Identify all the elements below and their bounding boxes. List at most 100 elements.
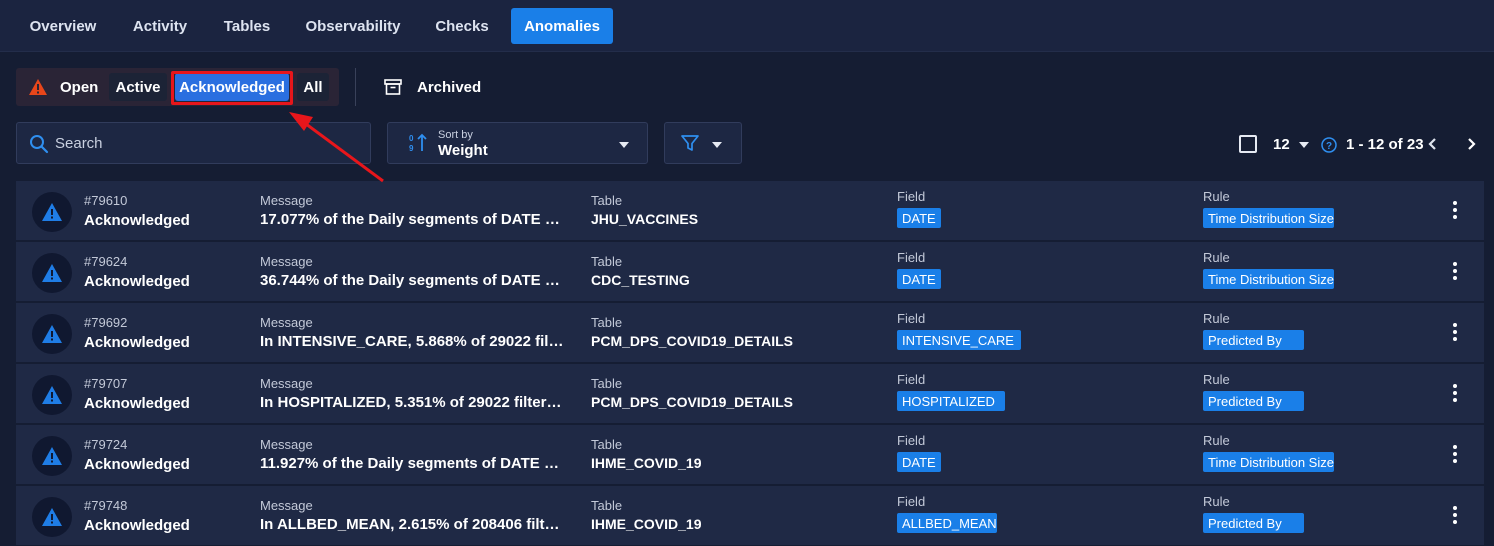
anomaly-id: #79610 [84, 193, 128, 208]
more-options-icon[interactable] [1452, 384, 1458, 404]
field-tag: DATE [897, 269, 941, 289]
pagination-range: 1 - 12 of 23 [1346, 136, 1424, 153]
select-all-checkbox[interactable] [1239, 135, 1257, 153]
archived-button[interactable]: Archived [417, 68, 481, 106]
anomaly-message: In INTENSIVE_CARE, 5.868% of 29022 filte… [260, 333, 566, 350]
field-header: Field [897, 311, 926, 326]
anomaly-message: In ALLBED_MEAN, 2.615% of 208406 filtere… [260, 516, 566, 533]
tab-tables[interactable]: Tables [212, 8, 282, 44]
rule-header: Rule [1203, 189, 1230, 204]
tab-checks[interactable]: Checks [424, 8, 500, 44]
svg-text:?: ? [1326, 141, 1332, 152]
more-options-icon[interactable] [1452, 323, 1458, 343]
divider [355, 68, 356, 106]
chevron-right-icon[interactable] [1465, 134, 1479, 154]
anomaly-status: Acknowledged [84, 212, 190, 229]
field-tag: DATE [897, 208, 941, 228]
table-header: Table [591, 315, 623, 330]
field-tag: HOSPITALIZED [897, 391, 1005, 411]
tab-observability[interactable]: Observability [292, 8, 414, 44]
tab-overview[interactable]: Overview [18, 8, 108, 44]
open-label: Open [60, 78, 99, 96]
anomaly-table: PCM_DPS_COVID19_DETAILS [591, 333, 794, 349]
rule-header: Rule [1203, 494, 1230, 509]
more-options-icon[interactable] [1452, 506, 1458, 526]
rule-tag: Predicted By [1203, 391, 1304, 411]
anomaly-table: IHME_COVID_19 [591, 455, 702, 471]
message-header: Message [260, 437, 313, 452]
anomaly-id: #79692 [84, 315, 128, 330]
chevron-down-icon[interactable] [1299, 142, 1309, 148]
rule-header: Rule [1203, 250, 1230, 265]
message-header: Message [260, 376, 313, 391]
tab-activity[interactable]: Activity [118, 8, 202, 44]
anomaly-id: #79707 [84, 376, 128, 391]
field-header: Field [897, 433, 926, 448]
field-header: Field [897, 250, 926, 265]
table-header: Table [591, 498, 623, 513]
anomaly-message: 11.927% of the Daily segments of DATE ha… [260, 455, 566, 472]
more-options-icon[interactable] [1452, 262, 1458, 282]
filter-acknowledged-button[interactable]: Acknowledged [175, 73, 289, 101]
per-page-select[interactable]: 12 [1273, 136, 1290, 153]
table-row[interactable]: #79724 Acknowledged Message 11.927% of the … [16, 425, 1484, 485]
more-options-icon[interactable] [1452, 201, 1458, 221]
rule-tag: Predicted By [1203, 513, 1304, 533]
anomaly-icon [32, 192, 72, 232]
field-tag: DATE [897, 452, 941, 472]
table-row[interactable]: #79624 Acknowledged Message 36.744% of the … [16, 242, 1484, 302]
anomaly-icon [32, 253, 72, 293]
sort-icon: 0 9 [409, 133, 427, 153]
archive-icon[interactable] [384, 78, 402, 96]
sort-select[interactable]: 0 9 Sort by Weight [387, 122, 648, 164]
svg-text:9: 9 [409, 144, 414, 153]
message-header: Message [260, 498, 313, 513]
sort-caption: Sort by [438, 129, 473, 141]
rule-tag: Time Distribution Size [1203, 208, 1334, 228]
filter-active-button[interactable]: Active [109, 73, 167, 101]
anomaly-message: 36.744% of the Daily segments of DATE ha… [260, 272, 566, 289]
table-row[interactable]: #79610 Acknowledged Message 17.077% of the … [16, 181, 1484, 241]
search-icon [30, 135, 49, 154]
anomaly-id: #79748 [84, 498, 128, 513]
filter-all-button[interactable]: All [297, 73, 329, 101]
anomaly-icon [32, 497, 72, 537]
chevron-left-icon[interactable] [1426, 134, 1440, 154]
tab-bar: Overview Activity Tables Observability C… [0, 0, 1494, 52]
anomaly-table: JHU_VACCINES [591, 211, 699, 227]
anomaly-message: In HOSPITALIZED, 5.351% of 29022 filtere… [260, 394, 566, 411]
anomaly-table: CDC_TESTING [591, 272, 690, 288]
rule-tag: Time Distribution Size [1203, 452, 1334, 472]
rule-header: Rule [1203, 433, 1230, 448]
tab-anomalies[interactable]: Anomalies [511, 8, 613, 44]
anomaly-table: PCM_DPS_COVID19_DETAILS [591, 394, 794, 410]
search-input[interactable] [55, 123, 355, 163]
rule-tag: Predicted By [1203, 330, 1304, 350]
anomaly-status: Acknowledged [84, 456, 190, 473]
table-row[interactable]: #79748 Acknowledged Message In ALLBED_MEAN,… [16, 486, 1484, 546]
search-box[interactable] [16, 122, 371, 164]
rule-tag: Time Distribution Size [1203, 269, 1334, 289]
table-header: Table [591, 254, 623, 269]
anomaly-status: Acknowledged [84, 334, 190, 351]
warning-icon [29, 79, 47, 95]
table-header: Table [591, 376, 623, 391]
message-header: Message [260, 193, 313, 208]
field-tag: ALLBED_MEAN [897, 513, 997, 533]
filter-button[interactable] [664, 122, 742, 164]
message-header: Message [260, 254, 313, 269]
chevron-down-icon [619, 142, 629, 148]
field-header: Field [897, 372, 926, 387]
field-tag: INTENSIVE_CARE [897, 330, 1021, 350]
table-row[interactable]: #79707 Acknowledged Message In HOSPITALIZED… [16, 364, 1484, 424]
anomaly-status: Acknowledged [84, 273, 190, 290]
sort-value: Weight [438, 142, 488, 159]
more-options-icon[interactable] [1452, 445, 1458, 465]
help-icon[interactable]: ? [1321, 137, 1337, 153]
table-row[interactable]: #79692 Acknowledged Message In INTENSIVE_CA… [16, 303, 1484, 363]
anomaly-icon [32, 375, 72, 415]
anomaly-message: 17.077% of the Daily segments of DATE ha… [260, 211, 566, 228]
table-header: Table [591, 437, 623, 452]
filter-icon [681, 135, 699, 151]
anomaly-icon [32, 314, 72, 354]
